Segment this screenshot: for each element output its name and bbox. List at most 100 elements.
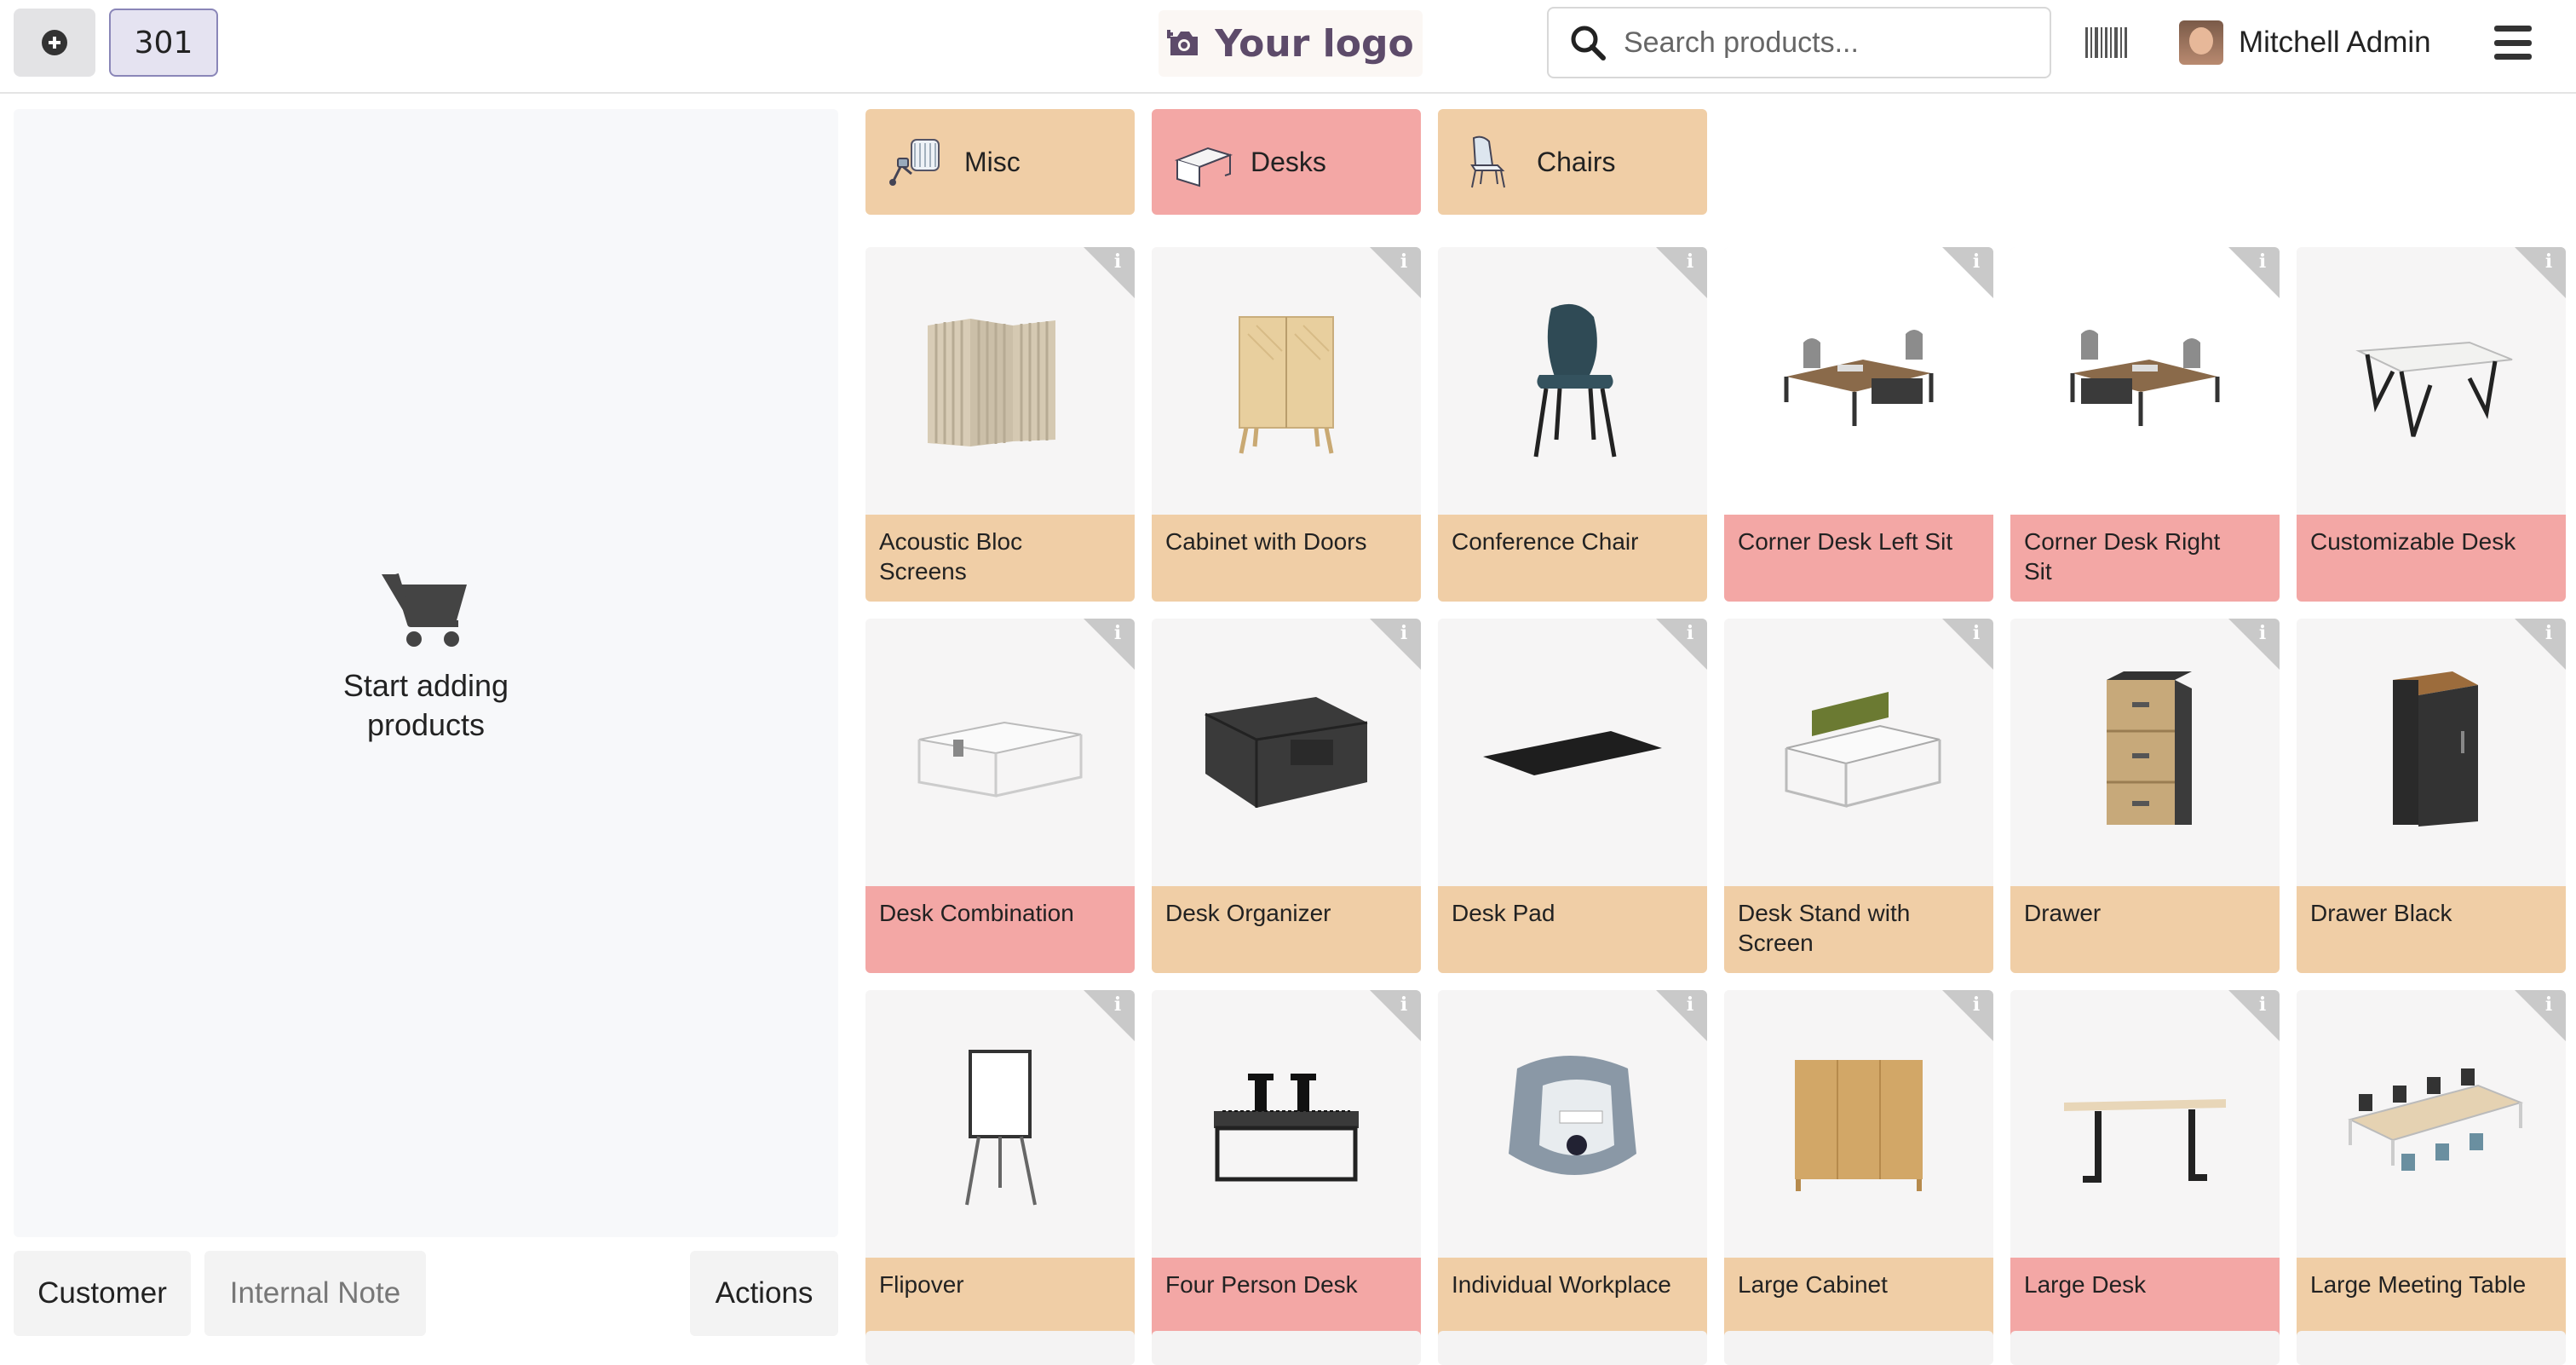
product-card-desk-combination[interactable]: i Desk Combination (865, 619, 1135, 973)
product-name: Large Desk (2024, 1271, 2147, 1298)
product-card-partial[interactable] (2010, 1331, 2280, 1365)
product-label: Drawer (2010, 886, 2280, 973)
product-card-large-cabinet[interactable]: i Large Cabinet (1724, 990, 1993, 1345)
product-name: Drawer Black (2310, 900, 2452, 926)
product-card-four-person-desk[interactable]: i Four Person Desk (1152, 990, 1421, 1345)
info-icon[interactable]: i (1682, 251, 1699, 273)
product-name-line2: Screens (879, 558, 967, 585)
plus-circle-icon (42, 30, 67, 55)
product-card-large-meeting-table[interactable]: i Large Meeting Table (2297, 990, 2566, 1345)
product-name: Desk Stand with (1738, 900, 1911, 926)
info-icon[interactable]: i (2254, 994, 2271, 1016)
product-name: Individual Workplace (1452, 1271, 1671, 1298)
product-card-customizable-desk[interactable]: i Customizable Desk (2297, 247, 2566, 602)
empty-cart-text-line1: Start adding (342, 668, 509, 703)
info-icon[interactable]: i (2540, 994, 2557, 1016)
customer-button[interactable]: Customer (14, 1251, 191, 1336)
product-name: Acoustic Bloc (879, 528, 1023, 555)
search-box[interactable] (1547, 7, 2051, 78)
category-label: Misc (964, 146, 1021, 177)
info-icon[interactable]: i (1968, 994, 1985, 1016)
company-logo: Your logo (1159, 10, 1423, 77)
empty-cart-text-line2: products (366, 707, 486, 742)
product-card-partial[interactable] (1438, 1331, 1707, 1365)
search-icon (1571, 26, 1606, 60)
search-input[interactable] (1624, 26, 2024, 60)
user-menu[interactable]: Mitchell Admin (2179, 19, 2431, 66)
logo-text: Your logo (1215, 21, 1414, 66)
product-label: Desk Organizer (1152, 886, 1421, 973)
order-number: 301 (134, 25, 193, 60)
product-name: Desk Combination (879, 900, 1074, 926)
product-name: Flipover (879, 1271, 964, 1298)
product-name: Customizable Desk (2310, 528, 2516, 555)
product-label: Desk Stand with Screen (1724, 886, 1993, 973)
product-card-partial[interactable] (1724, 1331, 1993, 1365)
product-card-partial[interactable] (1152, 1331, 1421, 1365)
top-bar: 301 Your logo Mitchell Admin (0, 0, 2576, 94)
info-icon[interactable]: i (1395, 251, 1412, 273)
info-icon[interactable]: i (1395, 622, 1412, 644)
product-name-line2: Screen (1738, 930, 1814, 956)
info-icon[interactable]: i (1968, 622, 1985, 644)
product-card-drawer-black[interactable]: i Drawer Black (2297, 619, 2566, 973)
info-icon[interactable]: i (1109, 251, 1126, 273)
shopping-cart-icon (382, 573, 467, 647)
new-order-button[interactable] (14, 9, 95, 77)
category-desks[interactable]: Desks (1152, 109, 1421, 215)
info-icon[interactable]: i (1109, 622, 1126, 644)
category-misc[interactable]: Misc (865, 109, 1135, 215)
camera-icon (1167, 30, 1199, 55)
info-icon[interactable]: i (2540, 251, 2557, 273)
product-card-desk-pad[interactable]: i Desk Pad (1438, 619, 1707, 973)
product-card-partial[interactable] (865, 1331, 1135, 1365)
info-icon[interactable]: i (2540, 622, 2557, 644)
chair-category-icon (1470, 135, 1505, 188)
product-name: Corner Desk Left Sit (1738, 528, 1953, 555)
actions-button[interactable]: Actions (690, 1251, 838, 1336)
info-icon[interactable]: i (2254, 622, 2271, 644)
product-label: Corner Desk Right Sit (2010, 515, 2280, 602)
product-card-large-desk[interactable]: i Large Desk (2010, 990, 2280, 1345)
product-name: Large Cabinet (1738, 1271, 1888, 1298)
product-name: Desk Pad (1452, 900, 1555, 926)
avatar (2179, 20, 2223, 65)
product-card-corner-desk-left-sit[interactable]: i Corner Desk Left Sit (1724, 247, 1993, 602)
product-name-line2: Sit (2024, 558, 2052, 585)
category-label: Chairs (1537, 146, 1616, 177)
product-card-corner-desk-right-sit[interactable]: i Corner Desk Right Sit (2010, 247, 2280, 602)
product-card-conference-chair[interactable]: i Conference Chair (1438, 247, 1707, 602)
product-card-individual-workplace[interactable]: i Individual Workplace (1438, 990, 1707, 1345)
misc-category-icon (889, 139, 940, 186)
category-label: Desks (1251, 146, 1326, 177)
product-name: Desk Organizer (1165, 900, 1331, 926)
product-name: Conference Chair (1452, 528, 1639, 555)
empty-cart-message: Start adding products (14, 569, 838, 745)
product-card-desk-organizer[interactable]: i Desk Organizer (1152, 619, 1421, 973)
barcode-icon[interactable] (2084, 24, 2131, 61)
product-card-cabinet-with-doors[interactable]: i Cabinet with Doors (1152, 247, 1421, 602)
user-name: Mitchell Admin (2239, 26, 2431, 59)
product-label: Desk Pad (1438, 886, 1707, 973)
info-icon[interactable]: i (1395, 994, 1412, 1016)
product-card-partial[interactable] (2297, 1331, 2566, 1365)
info-icon[interactable]: i (1682, 622, 1699, 644)
category-chairs[interactable]: Chairs (1438, 109, 1707, 215)
product-card-flipover[interactable]: i Flipover (865, 990, 1135, 1345)
order-number-tab[interactable]: 301 (109, 9, 218, 77)
product-name: Four Person Desk (1165, 1271, 1358, 1298)
info-icon[interactable]: i (1968, 251, 1985, 273)
internal-note-button[interactable]: Internal Note (204, 1251, 426, 1336)
product-label: Corner Desk Left Sit (1724, 515, 1993, 602)
product-label: Acoustic Bloc Screens (865, 515, 1135, 602)
product-card-desk-stand-with-screen[interactable]: i Desk Stand with Screen (1724, 619, 1993, 973)
product-label: Cabinet with Doors (1152, 515, 1421, 602)
product-name: Cabinet with Doors (1165, 528, 1367, 555)
product-card-acoustic-bloc-screens[interactable]: i Acoustic Bloc Screens (865, 247, 1135, 602)
info-icon[interactable]: i (1109, 994, 1126, 1016)
product-card-drawer[interactable]: i Drawer (2010, 619, 2280, 973)
product-label: Conference Chair (1438, 515, 1707, 602)
info-icon[interactable]: i (1682, 994, 1699, 1016)
info-icon[interactable]: i (2254, 251, 2271, 273)
hamburger-menu-icon[interactable] (2494, 26, 2532, 60)
